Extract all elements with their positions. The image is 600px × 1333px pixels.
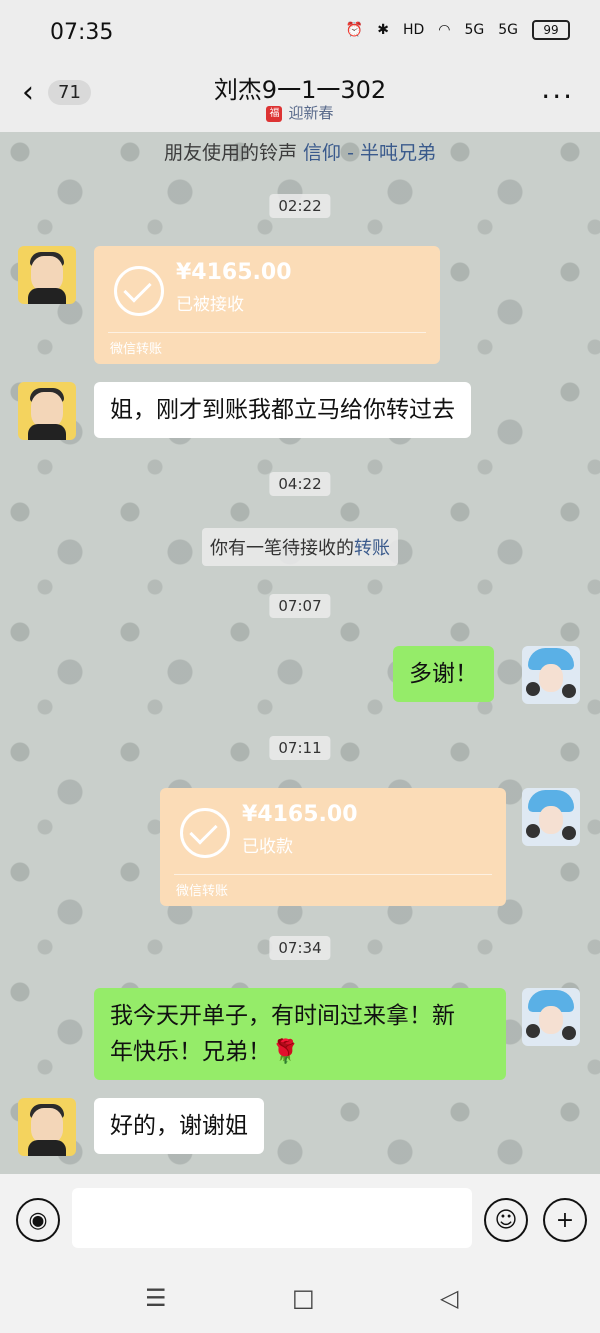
chat-subtitle: 福迎新春 — [0, 102, 600, 123]
chat-title: 刘杰9一1一302 — [213, 76, 387, 104]
system-transfer-link[interactable]: 转账 — [354, 538, 390, 559]
check-circle-icon — [180, 808, 230, 858]
message-bubble-outgoing[interactable]: 我今天开单子，有时间过来拿！新 年快乐！兄弟！🌹 — [94, 988, 506, 1080]
timestamp: 07:11 — [269, 736, 331, 760]
transfer-state: 已被接收 — [176, 295, 244, 315]
5g-signal-icon: 5G — [464, 22, 485, 38]
timestamp: 02:22 — [269, 194, 331, 218]
emoji-button[interactable]: ☺ — [484, 1198, 528, 1242]
status-bar: 07:35 ⏰ ✱ HD ◠ 5G 5G 99 — [0, 0, 600, 68]
timestamp: 04:22 — [269, 472, 331, 496]
message-line: 我今天开单子，有时间过来拿！新 — [110, 1003, 455, 1029]
input-bar: ◉ ☺ + — [0, 1174, 600, 1264]
chat-header: ‹ 71 刘杰9一1一302 福迎新春 ··· — [0, 68, 600, 132]
alarm-icon: ⏰ — [345, 22, 364, 38]
emoji-icon: ☺ — [494, 1207, 518, 1233]
transfer-brand: 微信转账 — [110, 342, 163, 357]
plus-button[interactable]: + — [543, 1198, 587, 1242]
5g-signal-icon: 5G — [498, 22, 518, 38]
ringtone-prefix: 朋友使用的铃声 — [164, 142, 304, 164]
system-notice: 你有一笔待接收的转账 — [202, 528, 398, 566]
self-avatar[interactable] — [522, 988, 580, 1046]
fu-icon: 福 — [266, 105, 283, 122]
contact-avatar[interactable] — [18, 246, 76, 304]
plus-icon: + — [555, 1207, 575, 1233]
contact-avatar[interactable] — [18, 382, 76, 440]
home-nav-button[interactable]: □ — [292, 1284, 315, 1312]
status-label: 迎新春 — [288, 104, 334, 122]
top-bar: 07:35 ⏰ ✱ HD ◠ 5G 5G 99 ‹ 71 刘杰9一1一302 福… — [0, 0, 600, 132]
transfer-amount: ¥4165.00 — [176, 260, 292, 285]
bluetooth-icon: ✱ — [377, 22, 389, 38]
status-time: 07:35 — [50, 20, 114, 45]
ringtone-notice: 朋友使用的铃声 信仰 - 半吨兄弟 — [0, 138, 600, 165]
status-icons: ⏰ ✱ HD ◠ 5G 5G 99 — [346, 20, 570, 40]
message-bubble-incoming[interactable]: 好的，谢谢姐 — [94, 1098, 264, 1154]
hd-icon: HD — [402, 22, 425, 38]
more-options-button[interactable]: ··· — [541, 80, 574, 113]
transfer-card[interactable]: ¥4165.00 已收款 微信转账 — [160, 788, 506, 906]
menu-nav-button[interactable]: ☰ — [145, 1284, 167, 1312]
self-avatar[interactable] — [522, 646, 580, 704]
transfer-state: 已收款 — [242, 837, 293, 857]
system-prefix: 你有一笔待接收的 — [210, 538, 354, 559]
self-avatar[interactable] — [522, 788, 580, 846]
voice-icon: ◉ — [28, 1207, 48, 1233]
check-circle-icon — [114, 266, 164, 316]
voice-button[interactable]: ◉ — [16, 1198, 60, 1242]
contact-avatar[interactable] — [18, 1098, 76, 1156]
message-bubble-incoming[interactable]: 姐，刚才到账我都立马给你转过去 — [94, 382, 471, 438]
chat-area[interactable]: 朋友使用的铃声 信仰 - 半吨兄弟 02:22 ¥4165.00 已被接收 微信… — [0, 132, 600, 1174]
message-line: 年快乐！兄弟！🌹 — [110, 1039, 300, 1065]
battery-icon: 99 — [532, 20, 570, 40]
transfer-card[interactable]: ¥4165.00 已被接收 微信转账 — [94, 246, 440, 364]
transfer-amount: ¥4165.00 — [242, 802, 358, 827]
message-input[interactable] — [72, 1188, 472, 1248]
ringtone-link[interactable]: 信仰 - 半吨兄弟 — [303, 142, 436, 164]
message-bubble-outgoing[interactable]: 多谢！ — [393, 646, 494, 702]
timestamp: 07:34 — [269, 936, 331, 960]
system-nav-bar: ☰ □ ◁ — [0, 1264, 600, 1333]
wifi-icon: ◠ — [438, 22, 451, 38]
back-nav-button[interactable]: ◁ — [440, 1284, 458, 1312]
timestamp: 07:07 — [269, 594, 331, 618]
transfer-brand: 微信转账 — [176, 884, 229, 899]
